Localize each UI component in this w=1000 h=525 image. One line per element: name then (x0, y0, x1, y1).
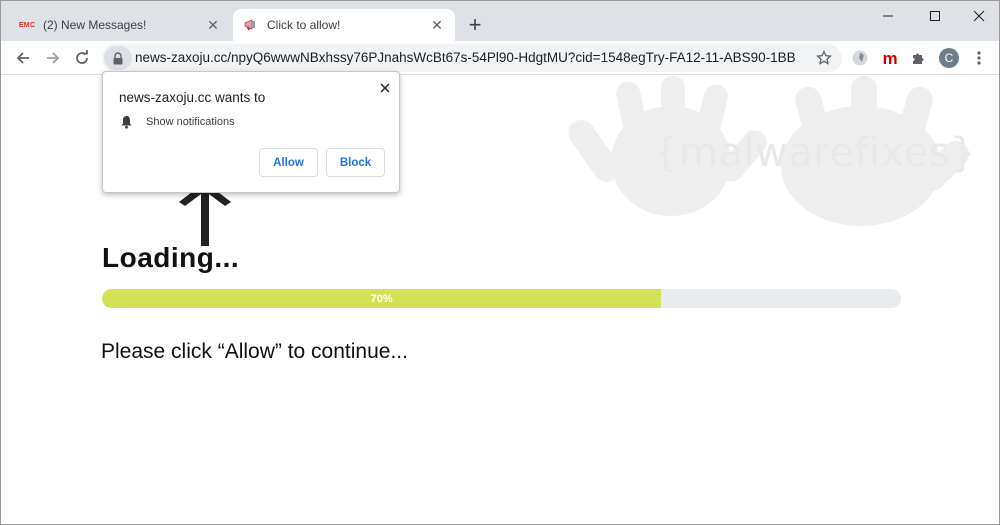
notification-permission-popup: news-zaxoju.cc wants to Show notificatio… (102, 71, 400, 193)
back-button[interactable] (9, 44, 37, 72)
permission-label: Show notifications (146, 116, 235, 128)
bookmark-star-icon[interactable] (814, 48, 834, 68)
close-icon (973, 10, 985, 22)
minimize-icon (883, 15, 893, 17)
forward-arrow-icon (47, 52, 60, 64)
url-text[interactable]: news-zaxoju.cc/npyQ6wwwNBxhssy76PJnahsWc… (135, 50, 795, 65)
close-window-button[interactable] (957, 1, 999, 31)
forward-button[interactable] (39, 44, 67, 72)
watermark-text: {malwarefixes} (653, 130, 976, 176)
reload-icon (76, 50, 88, 64)
progress-label: 70% (370, 292, 393, 305)
extensions-puzzle-icon[interactable] (909, 48, 929, 68)
browser-toolbar: news-zaxoju.cc/npyQ6wwwNBxhssy76PJnahsWc… (1, 41, 999, 75)
lock-icon (113, 51, 123, 64)
tab-title: (2) New Messages! (43, 18, 147, 32)
maximize-button[interactable] (913, 1, 957, 31)
address-bar[interactable]: news-zaxoju.cc/npyQ6wwwNBxhssy76PJnahsWc… (102, 44, 842, 72)
tab-new-messages[interactable]: EMC (2) New Messages! ✕ (9, 9, 231, 41)
instruction-text: Please click “Allow” to continue... (101, 340, 408, 363)
block-button[interactable]: Block (326, 148, 385, 177)
avatar-letter: C (939, 48, 959, 68)
reload-button[interactable] (68, 44, 96, 72)
permission-row: Show notifications (119, 115, 235, 129)
browser-window: EMC (2) New Messages! ✕ Click to allow! … (0, 0, 1000, 525)
popup-title: news-zaxoju.cc wants to (119, 90, 266, 105)
popup-close-icon[interactable] (375, 78, 395, 98)
tab-close-icon[interactable]: ✕ (427, 15, 447, 35)
loading-heading: Loading... (102, 242, 240, 273)
extension-shield-icon[interactable] (850, 48, 870, 68)
mcafee-letter: m (882, 48, 898, 68)
mcafee-extension-icon[interactable]: m (880, 48, 900, 68)
menu-kebab-icon[interactable] (969, 48, 989, 68)
site-info-button[interactable] (104, 46, 132, 70)
new-tab-button[interactable]: + (463, 13, 487, 37)
maximize-icon (930, 11, 940, 21)
tab-click-to-allow[interactable]: Click to allow! ✕ (233, 9, 455, 41)
progress-bar: 70% (102, 289, 901, 308)
emc-logo-text: EMC (18, 21, 36, 29)
progress-bar-fill: 70% (102, 289, 662, 308)
minimize-button[interactable] (866, 1, 910, 31)
tab-title: Click to allow! (267, 18, 341, 32)
emc-favicon-icon: EMC (19, 17, 35, 33)
bell-icon (119, 115, 133, 129)
back-arrow-icon (16, 52, 29, 64)
profile-avatar[interactable]: C (939, 48, 959, 68)
tab-close-icon[interactable]: ✕ (203, 15, 223, 35)
megaphone-icon (243, 17, 259, 33)
allow-button[interactable]: Allow (259, 148, 318, 177)
tab-strip: EMC (2) New Messages! ✕ Click to allow! … (1, 1, 999, 41)
